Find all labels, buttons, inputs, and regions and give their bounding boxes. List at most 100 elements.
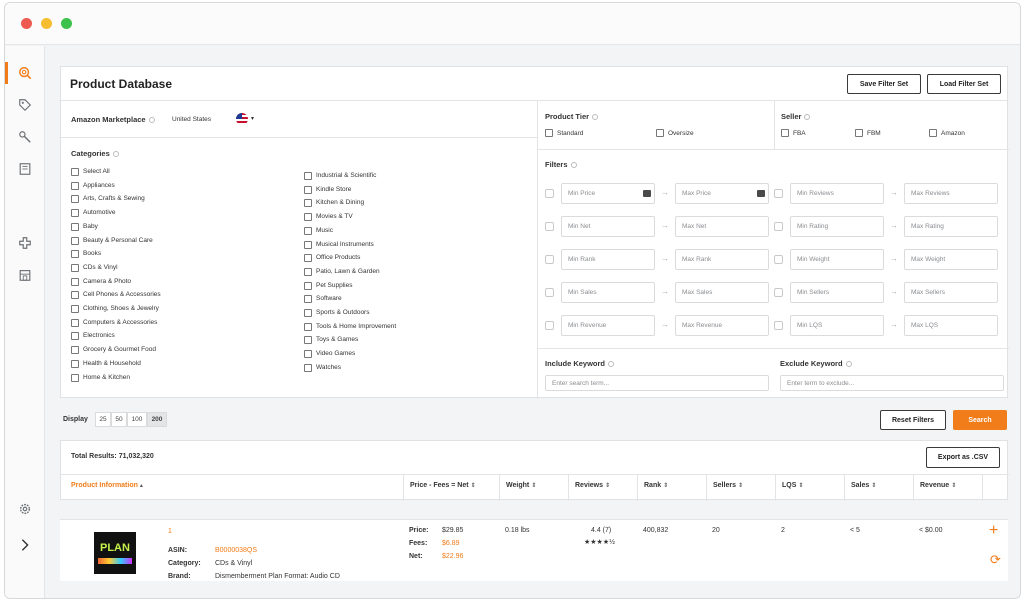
product-image[interactable]: PLAN [94,532,136,574]
filter-input[interactable]: Min Net [561,216,655,237]
filter-input[interactable]: Max Sellers [904,282,998,303]
filter-input[interactable]: Max Revenue [675,315,769,336]
category-checkbox[interactable] [71,195,79,204]
category-checkbox[interactable] [304,240,312,249]
category-checkbox[interactable] [304,295,312,304]
category-checkbox[interactable] [71,291,79,300]
category-checkbox[interactable] [71,318,79,327]
page-size-option[interactable]: 25 [95,412,111,427]
column-header-rank[interactable]: Rank ⇕ [644,482,668,489]
category-checkbox[interactable] [304,336,312,345]
category-checkbox[interactable] [304,322,312,331]
column-header-price[interactable]: Price - Fees = Net ⇕ [410,482,476,489]
filter-input[interactable]: Min Weight [790,249,884,270]
add-product-icon[interactable]: + [989,523,998,539]
us-flag-icon[interactable] [236,113,248,125]
tag-icon[interactable] [16,96,34,114]
filter-input[interactable]: Max Net [675,216,769,237]
search-button[interactable]: Search [953,410,1007,430]
category-checkbox[interactable] [304,363,312,372]
filter-input[interactable]: Min Rating [790,216,884,237]
reset-filters-button[interactable]: Reset Filters [880,410,946,430]
category-checkbox[interactable] [71,222,79,231]
filter-input[interactable]: Min Rank [561,249,655,270]
category-checkbox[interactable] [304,226,312,235]
category-checkbox[interactable] [71,277,79,286]
category-checkbox[interactable] [71,250,79,259]
filter-input[interactable]: Max Weight [904,249,998,270]
column-header-product-information[interactable]: Product Information ▴ [71,482,143,489]
currency-icon[interactable] [643,190,651,197]
filter-input[interactable]: Max Rating [904,216,998,237]
category-checkbox[interactable] [71,346,79,355]
page-size-option[interactable]: 100 [127,412,147,427]
category-checkbox[interactable] [304,185,312,194]
categories-label: Categories [71,149,119,158]
category-checkbox[interactable] [304,213,312,222]
fba-checkbox[interactable] [781,129,789,137]
filter-input-placeholder: Min Weight [797,256,830,263]
standard-checkbox[interactable] [545,129,553,137]
category-checkbox[interactable] [71,236,79,245]
category-checkbox[interactable] [71,332,79,341]
filter-input[interactable]: Min Reviews [790,183,884,204]
category-checkbox[interactable] [304,172,312,180]
page-size-option[interactable]: 50 [111,412,127,427]
column-header-lqs[interactable]: LQS ⇕ [782,482,803,489]
category-checkbox[interactable] [71,305,79,313]
column-header-sales[interactable]: Sales ⇕ [851,482,876,489]
column-header-weight[interactable]: Weight ⇕ [506,482,536,489]
search-icon[interactable] [16,64,34,82]
column-header-sellers[interactable]: Sellers ⇕ [713,482,743,489]
chevron-right-icon[interactable] [16,536,34,554]
minimize-window-button[interactable] [41,18,52,29]
category-checkbox[interactable] [304,254,312,263]
include-keyword-input[interactable]: Enter search term... [545,375,769,391]
filter-input[interactable]: Min Revenue [561,315,655,336]
maximize-window-button[interactable] [61,18,72,29]
settings-gear-icon[interactable] [16,500,34,518]
exclude-keyword-input[interactable]: Enter term to exclude... [780,375,1004,391]
filter-input[interactable]: Min Price [561,183,655,204]
filter-input[interactable]: Max Sales [675,282,769,303]
category-label: Category: [168,560,201,567]
category-checkbox[interactable] [304,281,312,290]
category-checkbox[interactable] [304,309,312,317]
store-icon[interactable] [16,266,34,284]
column-header-revenue[interactable]: Revenue ⇕ [920,482,956,489]
book-icon[interactable] [16,160,34,178]
filter-input[interactable]: Max Price [675,183,769,204]
category-checkbox[interactable] [71,168,79,176]
filters-label: Filters [545,160,577,169]
refresh-icon[interactable]: ⟳ [990,553,1001,566]
export-csv-button[interactable]: Export as .CSV [926,447,1000,468]
filter-input[interactable]: Min Sellers [790,282,884,303]
save-filter-set-button[interactable]: Save Filter Set [847,74,921,94]
include-keyword-label: Include Keyword [545,359,615,368]
filter-input[interactable]: Max LQS [904,315,998,336]
category-checkbox[interactable] [304,267,312,276]
oversize-checkbox[interactable] [656,129,664,137]
close-window-button[interactable] [21,18,32,29]
column-header-reviews[interactable]: Reviews ⇕ [575,482,610,489]
category-checkbox[interactable] [304,350,312,359]
filter-input[interactable]: Min Sales [561,282,655,303]
category-checkbox[interactable] [71,209,79,218]
filter-input[interactable]: Max Rank [675,249,769,270]
category-checkbox[interactable] [71,373,79,382]
category-checkbox[interactable] [304,199,312,208]
page-size-option-selected[interactable]: 200 [147,412,167,427]
filter-input[interactable]: Min LQS [790,315,884,336]
chevron-down-icon[interactable]: ▾ [251,115,254,122]
category-checkbox[interactable] [71,359,79,368]
category-checkbox[interactable] [71,263,79,272]
wrench-icon[interactable] [16,128,34,146]
load-filter-set-button[interactable]: Load Filter Set [927,74,1001,94]
category-checkbox[interactable] [71,181,79,190]
filter-input[interactable]: Max Reviews [904,183,998,204]
puzzle-icon[interactable] [16,234,34,252]
asin-link[interactable]: B0000038QS [215,547,257,554]
fbm-checkbox[interactable] [855,129,863,137]
amazon-checkbox[interactable] [929,129,937,137]
currency-icon[interactable] [757,190,765,197]
